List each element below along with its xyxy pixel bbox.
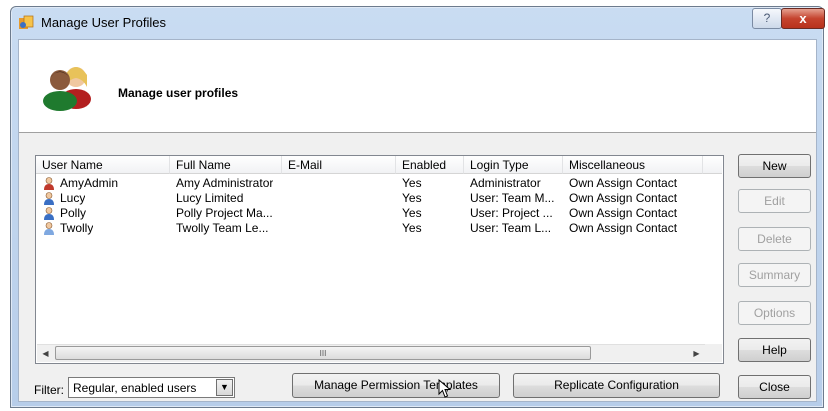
admin-user-icon [44,177,54,190]
window-help-button[interactable]: ? [752,8,782,29]
users-icon [43,67,91,111]
table-row[interactable]: Lucy Lucy Limited Yes User: Team M... Ow… [36,191,704,206]
header-panel: Manage user profiles [19,40,816,133]
scrollbar-corner [705,344,722,362]
cell-enabled: Yes [402,206,422,220]
cell-miscellaneous: Own Assign Contact [569,206,678,220]
cell-full-name: Amy Administrator [176,176,274,190]
horizontal-scrollbar[interactable]: ◀ III ▶ [37,344,705,362]
filter-dropdown[interactable]: Regular, enabled users ▼ [68,377,235,398]
cell-enabled: Yes [402,221,422,235]
header-title: Manage user profiles [118,86,239,100]
cell-login-type: User: Team M... [470,191,555,205]
user-icon [44,192,54,205]
filter-dropdown-value: Regular, enabled users [73,381,197,395]
user-profiles-list[interactable]: User Name Full Name E-Mail Enabled Login… [35,155,724,364]
chevron-down-icon[interactable]: ▼ [216,379,233,396]
cell-full-name: Lucy Limited [176,191,244,205]
cell-user-name: Twolly [60,221,94,235]
dialog-client-area: Manage user profiles User Name Full Name… [18,39,817,402]
column-header-miscellaneous[interactable]: Miscellaneous [563,156,703,174]
table-row[interactable]: Polly Polly Project Ma... Yes User: Proj… [36,206,704,221]
column-header-enabled[interactable]: Enabled [396,156,464,174]
app-icon [19,15,34,29]
title-bar[interactable]: Manage User Profiles ? x [11,7,825,37]
cell-full-name: Polly Project Ma... [176,206,273,220]
column-header-login-type[interactable]: Login Type [464,156,563,174]
close-button[interactable]: Close [738,375,811,399]
replicate-configuration-button[interactable]: Replicate Configuration [513,373,720,398]
cell-user-name: AmyAdmin [60,176,119,190]
cell-login-type: Administrator [470,176,541,190]
filter-label: Filter: [34,383,64,397]
scroll-left-icon[interactable]: ◀ [37,345,54,362]
cell-miscellaneous: Own Assign Contact [569,221,678,235]
cell-login-type: User: Team L... [470,221,552,235]
column-header-email[interactable]: E-Mail [282,156,396,174]
manage-user-profiles-window: Manage User Profiles ? x Manage user pro… [10,6,825,408]
edit-button[interactable]: Edit [738,189,811,213]
mouse-cursor-icon [438,379,452,398]
cell-user-name: Polly [60,206,87,220]
window-title: Manage User Profiles [41,15,166,30]
column-header-filler [703,156,722,174]
window-close-button[interactable]: x [781,8,825,29]
table-row[interactable]: Twolly Twolly Team Le... Yes User: Team … [36,221,704,236]
new-button[interactable]: New [738,154,811,178]
help-button[interactable]: Help [738,338,811,362]
user-icon [44,207,54,220]
column-header-user-name[interactable]: User Name [36,156,170,174]
cell-enabled: Yes [402,176,422,190]
scroll-right-icon[interactable]: ▶ [688,345,705,362]
table-row[interactable]: AmyAdmin Amy Administrator Yes Administr… [36,176,704,191]
summary-button[interactable]: Summary [738,263,811,287]
delete-button[interactable]: Delete [738,227,811,251]
user-icon [44,222,54,235]
options-button[interactable]: Options [738,301,811,325]
cell-login-type: User: Project ... [470,206,553,220]
cell-full-name: Twolly Team Le... [176,221,269,235]
manage-permission-templates-button[interactable]: Manage Permission Templates [292,373,500,398]
cell-enabled: Yes [402,191,422,205]
scrollbar-thumb[interactable]: III [55,346,591,360]
cell-miscellaneous: Own Assign Contact [569,176,678,190]
cell-user-name: Lucy [60,191,86,205]
cell-miscellaneous: Own Assign Contact [569,191,678,205]
column-header-full-name[interactable]: Full Name [170,156,282,174]
